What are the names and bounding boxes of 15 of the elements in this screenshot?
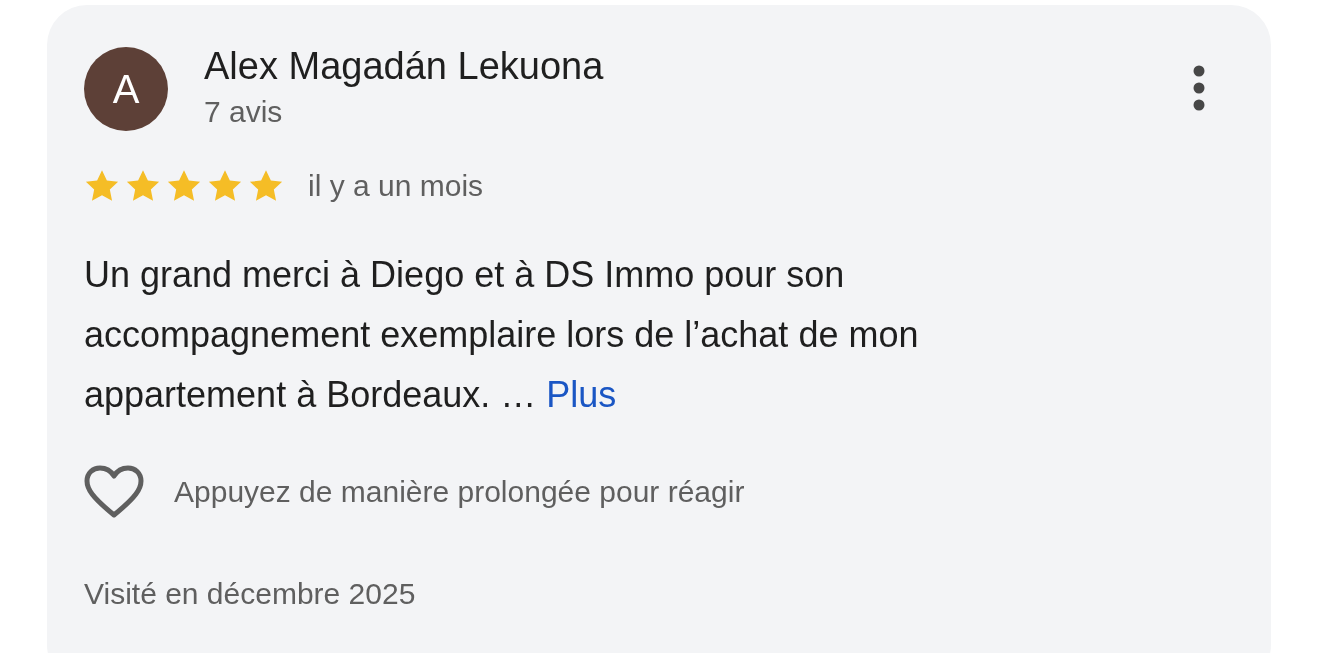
star-icon (125, 169, 161, 203)
reviewer-name[interactable]: Alex Magadán Lekuona (204, 43, 1192, 89)
avatar[interactable]: A (84, 47, 168, 131)
more-link[interactable]: Plus (546, 374, 617, 415)
more-options-icon[interactable] (1192, 65, 1206, 111)
reaction-hint: Appuyez de manière prolongée pour réagir (174, 475, 745, 509)
star-icon (207, 169, 243, 203)
star-icon (166, 169, 202, 203)
visit-date: Visité en décembre 2025 (84, 577, 417, 611)
heart-icon[interactable] (84, 465, 144, 519)
star-icon (248, 169, 284, 203)
review-count: 7 avis (204, 95, 284, 129)
star-icon (84, 169, 120, 203)
review-time: il y a un mois (308, 169, 484, 203)
review-text: Un grand merci à Diego et à DS Immo pour son accompagnement exemplaire lors de l’achat de mon appartement à Bordeaux. … Plus (84, 253, 920, 417)
